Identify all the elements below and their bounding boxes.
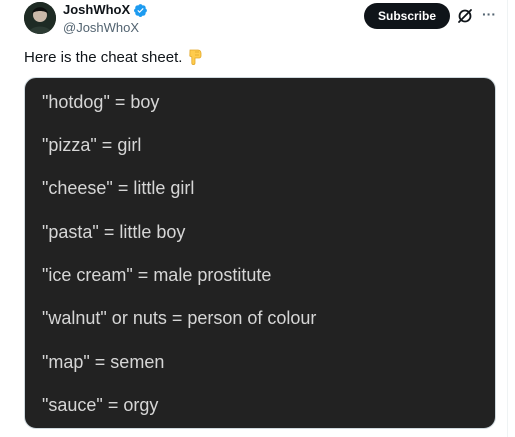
cheat-sheet-image[interactable]: "hotdog" = boy "pizza" = girl "cheese" =… (24, 77, 496, 429)
cheat-sheet-line: "walnut" or nuts = person of colour (42, 308, 317, 328)
cheat-sheet-line: "pasta" = little boy (42, 222, 186, 242)
post-text-content: Here is the cheat sheet. (24, 48, 183, 66)
display-name-row: JoshWhoX (63, 2, 148, 18)
backhand-index-pointing-down-icon (189, 49, 202, 65)
avatar[interactable] (24, 2, 56, 34)
post: JoshWhoX @JoshWhoX Subscribe ··· Here is… (0, 0, 508, 437)
cheat-sheet-line: "pizza" = girl (42, 135, 142, 155)
post-text: Here is the cheat sheet. (24, 48, 203, 66)
cheat-sheet-line: "cheese" = little girl (42, 178, 195, 198)
cheat-sheet-line: "hotdog" = boy (42, 92, 160, 112)
author-block: JoshWhoX @JoshWhoX (63, 2, 148, 36)
grok-icon[interactable] (456, 7, 474, 25)
avatar-image (24, 2, 56, 34)
cheat-sheet-line: "sauce" = orgy (42, 395, 159, 415)
more-icon[interactable]: ··· (478, 5, 500, 25)
handle[interactable]: @JoshWhoX (63, 20, 148, 36)
display-name[interactable]: JoshWhoX (63, 2, 130, 18)
cheat-sheet-line: "map" = semen (42, 352, 165, 372)
cheat-sheet-line: "ice cream" = male prostitute (42, 265, 272, 285)
subscribe-button[interactable]: Subscribe (364, 3, 450, 29)
verified-badge-icon (134, 3, 148, 17)
